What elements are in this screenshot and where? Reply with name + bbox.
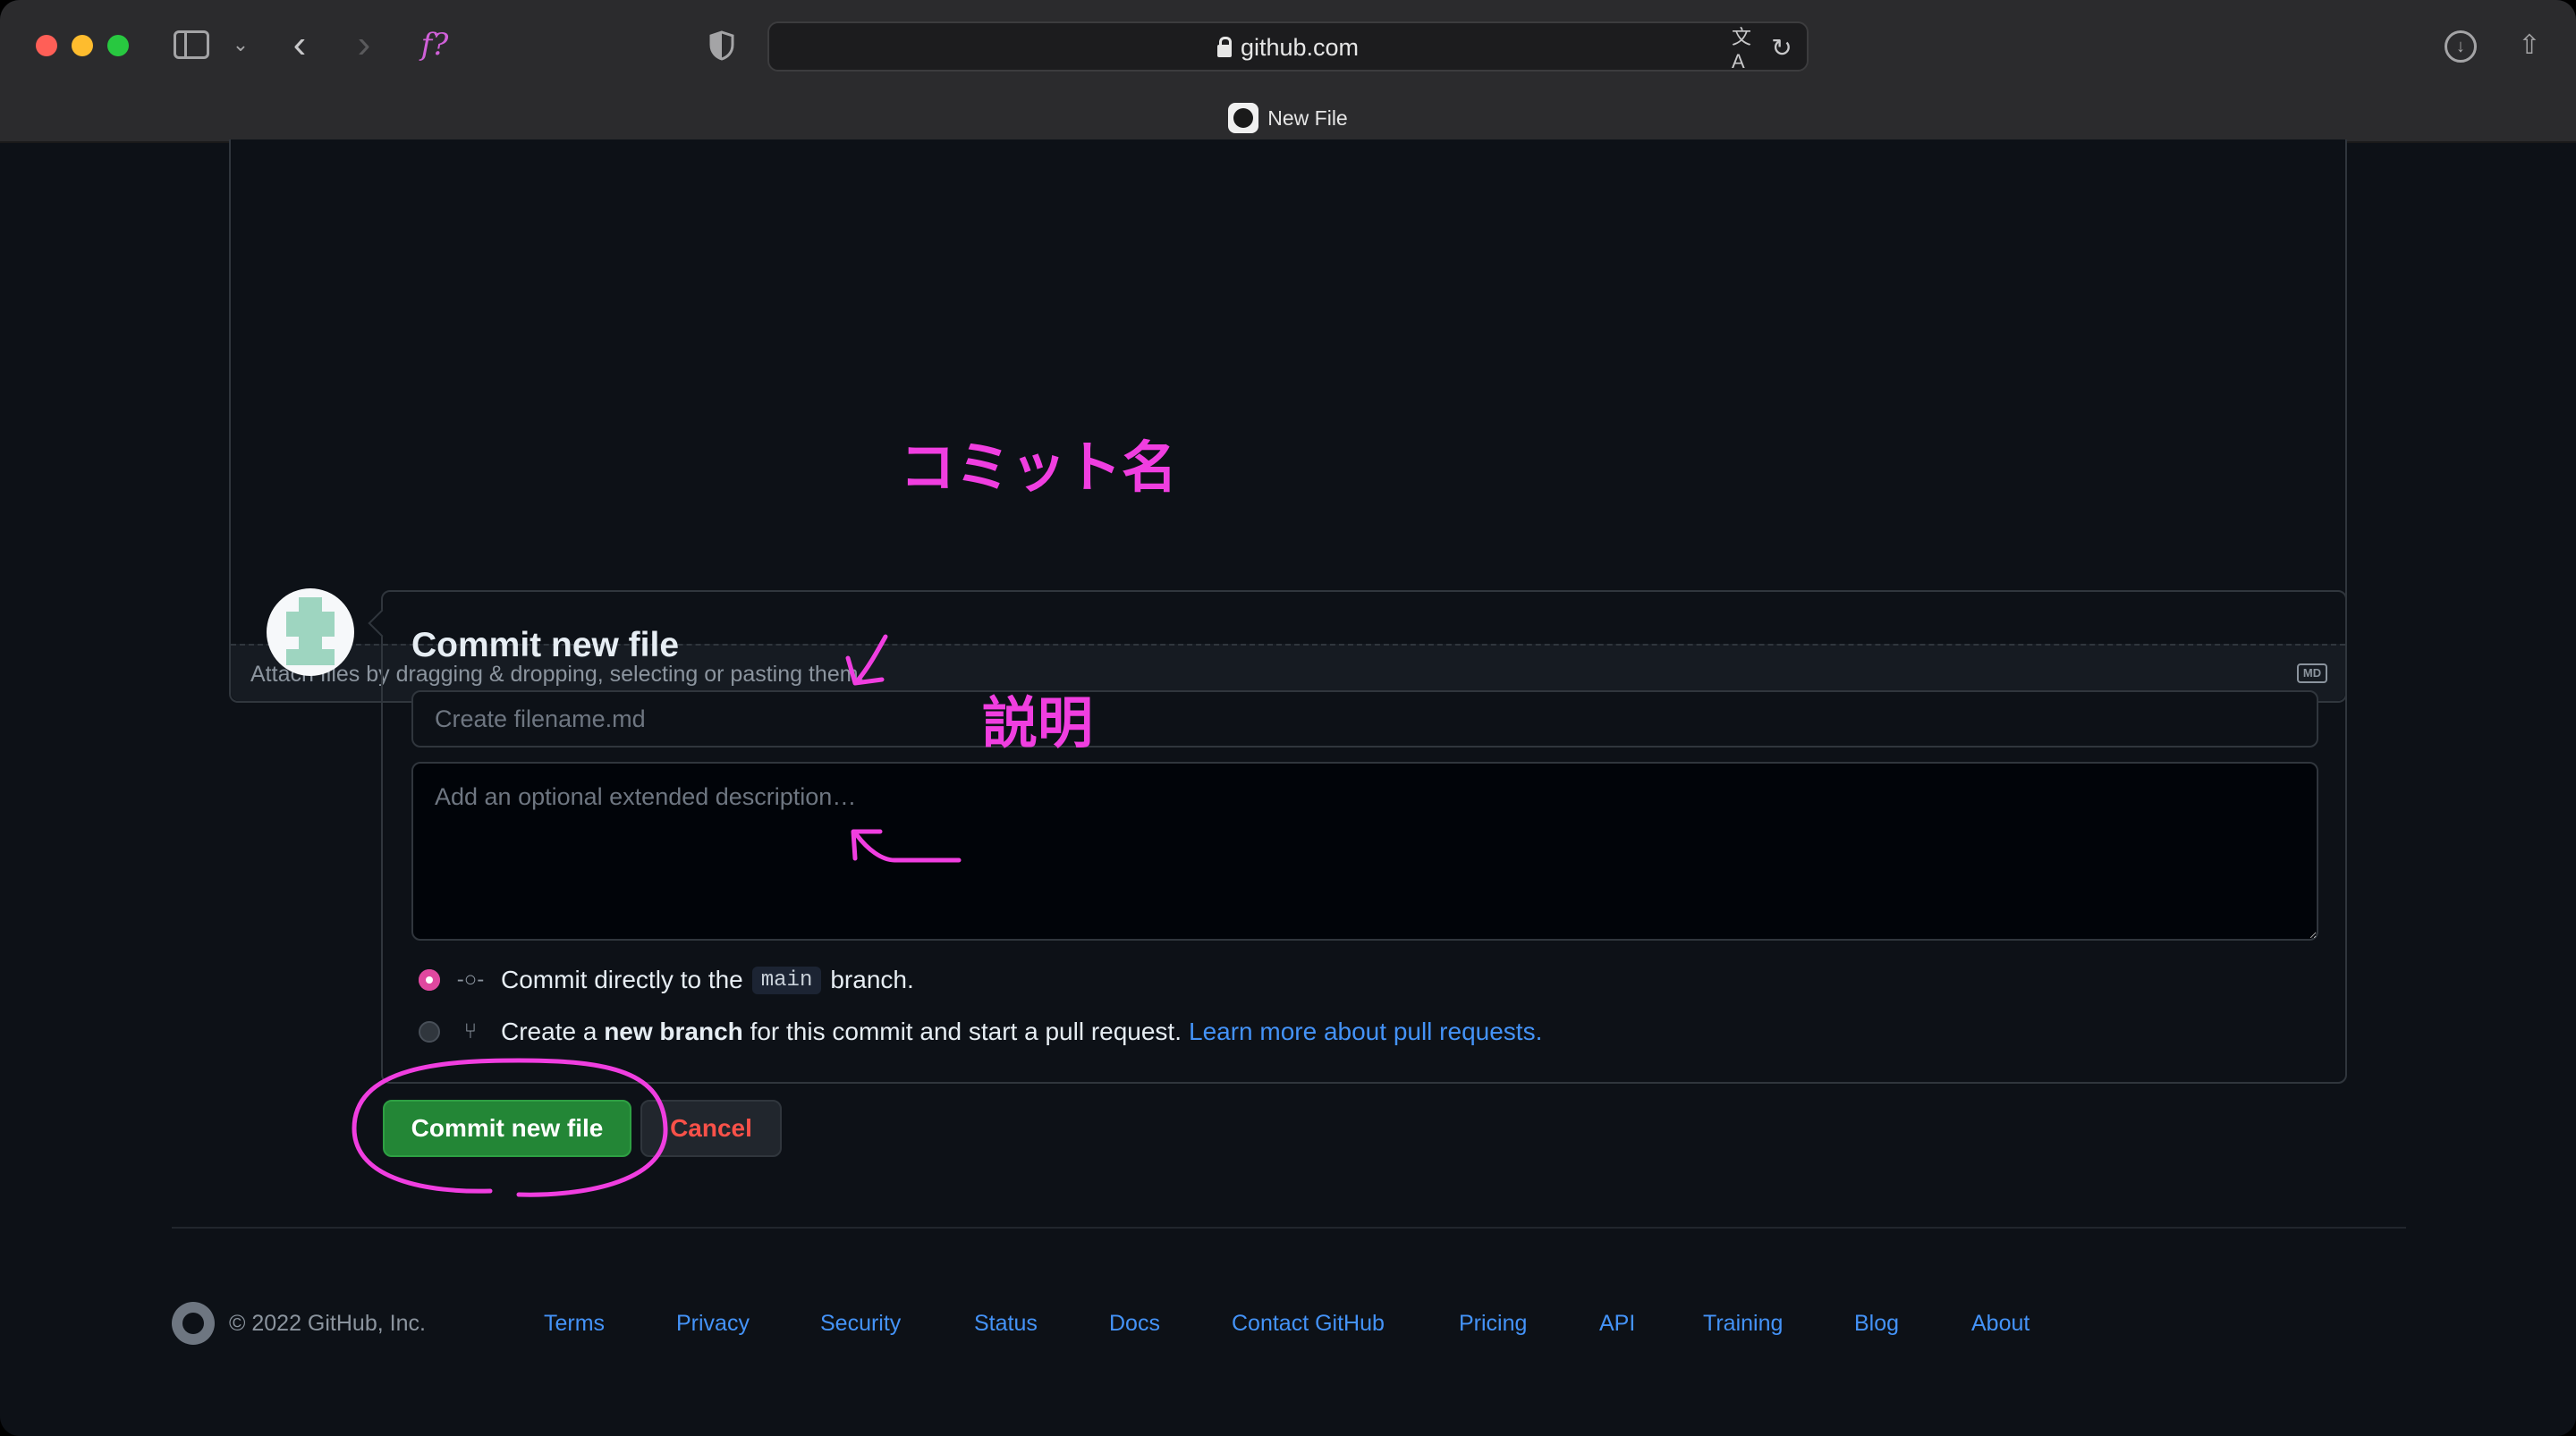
annotation-overlay — [352, 634, 962, 1197]
browser-window: ⌄ ‹ › f? github.com 文A ↻ ↓ ⇧ New File At… — [0, 0, 2576, 1436]
annotation-circle-commit-button — [352, 1058, 668, 1197]
annotation-arrow-commit-name — [854, 634, 888, 684]
annotation-arrow-description — [854, 832, 962, 863]
